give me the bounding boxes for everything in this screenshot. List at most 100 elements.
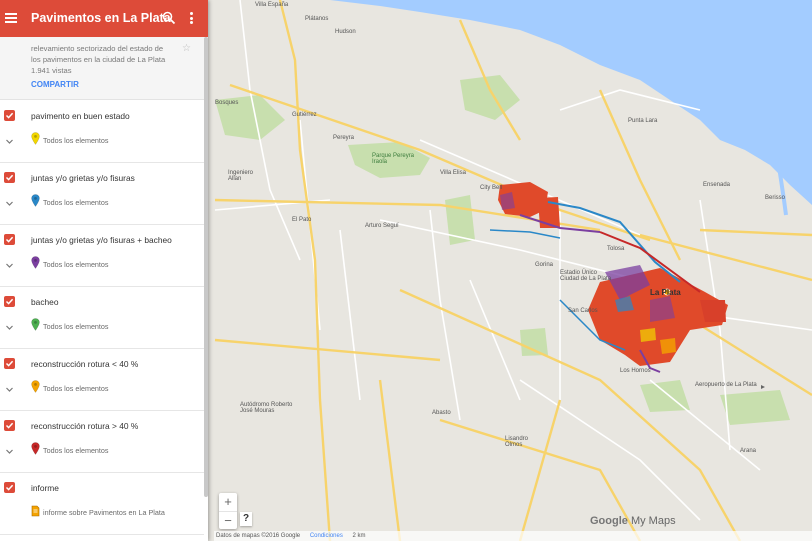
layer-checkbox[interactable] xyxy=(4,172,15,183)
check-icon xyxy=(5,422,14,429)
check-icon xyxy=(5,236,14,243)
map-label-parque-pereyra: Parque Pereyra Iraola xyxy=(372,153,415,165)
zoom-out-button[interactable]: − xyxy=(219,512,237,530)
map-label-arturo-segui: Arturo Seguí xyxy=(365,223,399,229)
layer-checkbox[interactable] xyxy=(4,358,15,369)
sidebar-panel: Pavimentos en La Plata relevamiento sect… xyxy=(0,0,208,541)
map-label-villa-espana: Villa España xyxy=(255,2,289,8)
map-label-city-bell: City Bell xyxy=(480,185,503,191)
map-label-gutierrez: Gutiérrez xyxy=(292,112,317,118)
layer-item: pavimento en buen estado Todos los elemen… xyxy=(0,100,204,163)
map-pin-icon xyxy=(31,318,40,336)
star-icon[interactable]: ☆ xyxy=(182,43,191,54)
map-label-lisandro-olmos: Lisandro Olmos xyxy=(505,436,529,448)
layer-name: reconstrucción rotura > 40 % xyxy=(31,421,139,431)
chevron-down-icon[interactable] xyxy=(5,195,14,206)
map-label-platanos: Plátanos xyxy=(305,16,329,22)
map-label-el-pato: El Pato xyxy=(292,217,312,223)
map-label-villa-elisa: Villa Elisa xyxy=(440,170,466,176)
description-text: relevamiento sectorizado del estado de l… xyxy=(31,44,166,64)
map-label-punta-lara: Punta Lara xyxy=(628,118,658,124)
chevron-down-icon[interactable] xyxy=(5,443,14,454)
layer-subtitle: Todos los elementos xyxy=(43,384,109,393)
survey-area-orange xyxy=(660,338,676,354)
chevron-down-icon[interactable] xyxy=(5,133,14,144)
layer-name: pavimento en buen estado xyxy=(31,111,130,121)
layer-item: juntas y/o grietas y/o fisuras + bacheo T… xyxy=(0,224,204,287)
my-maps-logo-text: My Maps xyxy=(630,515,676,527)
map-label-san-carlos: San Carlos xyxy=(568,308,598,314)
map-label-ingeniero-allan: Ingeniero Allan xyxy=(228,170,254,182)
layer-name: juntas y/o grietas y/o fisuras xyxy=(31,173,135,183)
map-label-estadio: Estadio Único Ciudad de La Plata xyxy=(560,270,612,282)
layer-checkbox[interactable] xyxy=(4,296,15,307)
google-my-maps-logo: Google My Maps xyxy=(590,515,676,527)
conditions-link[interactable]: Condiciones xyxy=(310,533,343,539)
menu-icon[interactable] xyxy=(5,13,17,23)
map-label-pereyra: Pereyra xyxy=(333,135,355,141)
layer-item: reconstrucción rotura > 40 % Todos los el… xyxy=(0,410,204,473)
map-label-hudson: Hudson xyxy=(335,29,356,35)
map-label-bosques: Bosques xyxy=(215,100,239,106)
layer-name: bacheo xyxy=(31,297,59,307)
layer-subtitle: Todos los elementos xyxy=(43,322,109,331)
map-pin-icon xyxy=(31,380,40,398)
layer-item: juntas y/o grietas y/o fisuras Todos los … xyxy=(0,162,204,225)
layer-checkbox[interactable] xyxy=(4,482,15,493)
check-icon xyxy=(5,360,14,367)
survey-area-yellow xyxy=(640,328,656,342)
layer-subtitle: Todos los elementos xyxy=(43,446,109,455)
layer-checkbox[interactable] xyxy=(4,110,15,121)
map-label-gorina: Gorina xyxy=(535,262,554,268)
more-options-icon[interactable] xyxy=(190,12,194,24)
layer-name: juntas y/o grietas y/o fisuras + bacheo xyxy=(31,235,172,245)
chevron-down-icon[interactable] xyxy=(5,319,14,330)
sidebar-header: Pavimentos en La Plata xyxy=(0,0,208,37)
layer-item: bacheo Todos los elementos xyxy=(0,286,204,349)
map-label-la-plata: La Plata xyxy=(650,288,681,297)
layer-item: informe informe sobre Pavimentos en La Pl… xyxy=(0,472,204,535)
check-icon xyxy=(5,112,14,119)
search-icon[interactable] xyxy=(162,11,176,25)
park-area xyxy=(520,328,548,356)
chevron-down-icon[interactable] xyxy=(5,381,14,392)
layer-name: informe xyxy=(31,483,59,493)
map-label-autodromo: Autódromo Roberto José Mouras xyxy=(240,402,293,414)
help-button[interactable]: ? xyxy=(240,512,252,526)
map-label-los-hornos: Los Hornos xyxy=(620,368,651,374)
google-logo-text: Google xyxy=(590,515,628,527)
map-description: relevamiento sectorizado del estado de l… xyxy=(0,37,208,100)
layer-name: reconstrucción rotura < 40 % xyxy=(31,359,139,369)
map-label-abasto: Abasto xyxy=(432,410,451,416)
map-label-ensenada: Ensenada xyxy=(703,182,731,188)
map-title: Pavimentos en La Plata xyxy=(31,11,171,25)
map-pin-icon xyxy=(31,132,40,150)
scale-label: 2 km xyxy=(352,533,366,539)
zoom-in-button[interactable]: + xyxy=(219,493,237,512)
map-label-arana: Arana xyxy=(740,448,757,454)
share-button[interactable]: COMPARTIR xyxy=(31,80,79,89)
zoom-control: + − xyxy=(219,493,237,529)
layer-checkbox[interactable] xyxy=(4,420,15,431)
map-copyright: Datos de mapas ©2016 Google xyxy=(216,533,301,539)
check-icon xyxy=(5,298,14,305)
view-count: 1.941 vistas xyxy=(31,66,72,75)
layer-subtitle: Todos los elementos xyxy=(43,260,109,269)
map-pin-icon xyxy=(31,194,40,212)
sidebar-scrollbar[interactable] xyxy=(204,37,208,497)
map-label-aeropuerto: Aeropuerto de La Plata xyxy=(695,382,757,388)
park-area xyxy=(720,390,790,425)
layer-subtitle: Todos los elementos xyxy=(43,198,109,207)
check-icon xyxy=(5,484,14,491)
check-icon xyxy=(5,174,14,181)
layer-checkbox[interactable] xyxy=(4,234,15,245)
layer-item: reconstrucción rotura < 40 % Todos los el… xyxy=(0,348,204,411)
layer-subtitle: Todos los elementos xyxy=(43,136,109,145)
map-pin-icon xyxy=(31,256,40,274)
map-label-berisso: Berisso xyxy=(765,195,786,201)
layer-subtitle[interactable]: informe sobre Pavimentos en La Plata xyxy=(43,508,165,517)
map-pin-icon xyxy=(31,442,40,460)
document-icon xyxy=(31,504,40,522)
map-label-tolosa: Tolosa xyxy=(607,246,625,252)
chevron-down-icon[interactable] xyxy=(5,257,14,268)
